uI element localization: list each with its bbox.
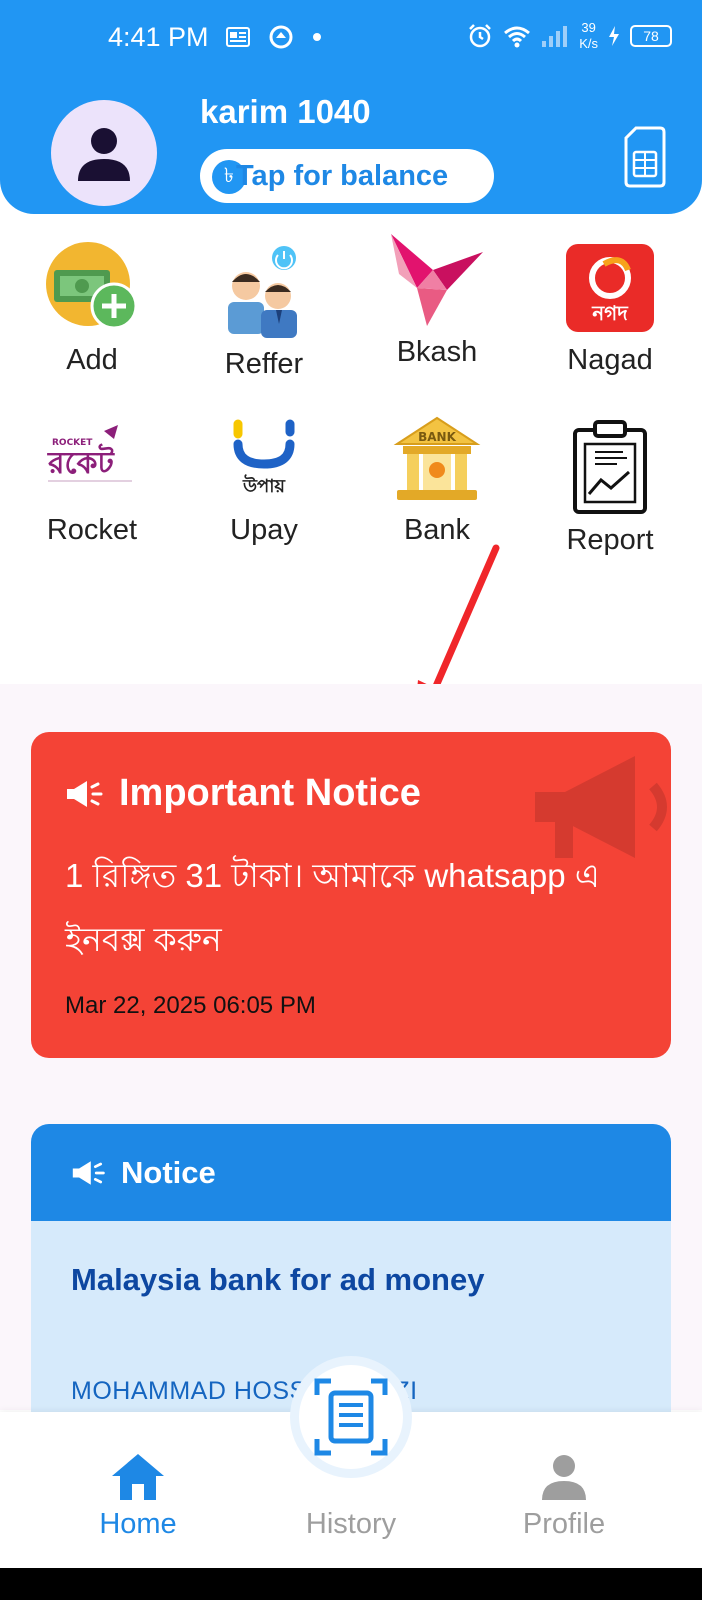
alarm-icon	[469, 24, 492, 48]
notice-body-title: Malaysia bank for ad money	[71, 1262, 485, 1297]
svg-text:রকেট: রকেট	[47, 443, 116, 481]
important-notice-date: Mar 22, 2025 06:05 PM	[65, 992, 316, 1019]
notification-dot-icon	[313, 33, 321, 41]
tap-for-balance-button[interactable]: ৳ Tap for balance	[200, 149, 494, 203]
service-reffer[interactable]: Reffer	[178, 242, 350, 381]
nagad-logo-icon: নগদ	[566, 244, 654, 332]
status-bar: 4:41 PM 39 K/s 78	[0, 0, 702, 70]
service-label: Nagad	[567, 344, 653, 376]
profile-person-icon	[542, 1455, 586, 1500]
service-report[interactable]: Report	[524, 418, 696, 557]
avatar[interactable]	[51, 100, 157, 206]
nav-profile-label: Profile	[522, 1508, 606, 1540]
bkash-bird-icon	[391, 234, 483, 326]
svg-text:BANK: BANK	[418, 430, 456, 444]
bank-building-icon: BANK	[393, 416, 481, 500]
service-bkash[interactable]: Bkash	[351, 230, 523, 369]
service-nagad[interactable]: নগদ Nagad	[524, 238, 696, 377]
service-rocket[interactable]: ROCKET রকেট Rocket	[6, 408, 178, 547]
svg-text:উপায়: উপায়	[242, 474, 286, 497]
wifi-icon	[504, 26, 531, 48]
person-icon	[78, 128, 130, 181]
upay-logo-icon: উপায়	[233, 419, 295, 497]
refer-people-icon	[228, 246, 297, 338]
important-notice-card[interactable]: Important Notice 1 রিঙ্গিত 31 টাকা। আমাক…	[31, 732, 671, 1058]
scan-button[interactable]	[290, 1356, 412, 1478]
notice-header: Notice	[31, 1124, 671, 1221]
net-speed: 39 K/s	[579, 20, 598, 51]
important-notice-title: Important Notice	[119, 772, 421, 814]
news-icon	[226, 27, 250, 47]
add-money-icon	[46, 242, 138, 330]
nav-profile[interactable]: Profile	[464, 1412, 664, 1541]
charging-icon	[609, 26, 619, 46]
nav-history-label: History	[305, 1508, 397, 1540]
user-name: karim 1040	[200, 93, 371, 130]
svg-text:নগদ: নগদ	[591, 301, 629, 325]
service-label: Bkash	[396, 336, 478, 368]
sim-card-icon[interactable]	[624, 126, 666, 188]
status-time: 4:41 PM	[108, 22, 209, 52]
service-label: Reffer	[224, 348, 304, 380]
service-label: Upay	[230, 514, 298, 546]
header: 4:41 PM 39 K/s 78 karim 1040 ৳ Tap for b…	[0, 0, 702, 214]
rocket-logo-icon: ROCKETরকেট	[47, 425, 132, 482]
signal-icon	[542, 26, 568, 47]
report-clipboard-icon	[573, 420, 647, 514]
home-icon	[112, 1454, 164, 1500]
service-label: Rocket	[46, 514, 138, 546]
megaphone-icon	[72, 1160, 105, 1185]
nav-home[interactable]: Home	[38, 1412, 238, 1541]
sync-app-icon	[269, 25, 293, 49]
scan-document-icon	[314, 1378, 388, 1456]
battery-indicator: 78	[630, 25, 672, 47]
system-navigation-bar	[0, 1568, 702, 1600]
notice-title: Notice	[121, 1154, 216, 1190]
service-label: Report	[566, 524, 654, 556]
service-add[interactable]: Add	[6, 238, 178, 377]
balance-label: Tap for balance	[236, 160, 449, 192]
service-label: Add	[66, 344, 118, 376]
service-upay[interactable]: উপায় Upay	[178, 408, 350, 547]
service-bank[interactable]: BANK Bank	[351, 408, 523, 547]
important-notice-message: 1 রিঙ্গিত 31 টাকা। আমাকে whatsapp এ ইনবক…	[65, 857, 600, 958]
megaphone-icon	[67, 780, 103, 807]
nav-home-label: Home	[99, 1508, 177, 1540]
